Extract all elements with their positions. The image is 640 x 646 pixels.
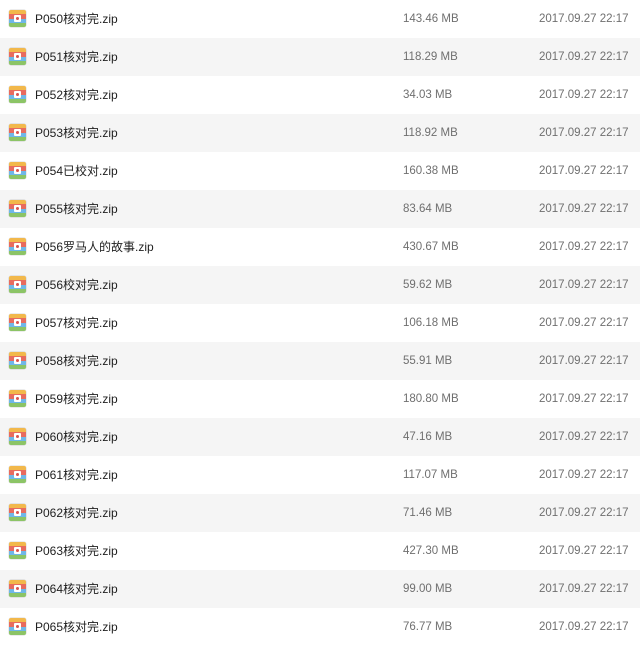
file-date-modified: 2017.09.27 22:17 [539,241,629,253]
zip-archive-icon [9,504,26,521]
file-date-modified: 2017.09.27 22:17 [539,545,629,557]
file-row[interactable]: P057核对完.zip 106.18 MB 2017.09.27 22:17 [0,304,640,342]
file-row[interactable]: P062核对完.zip 71.46 MB 2017.09.27 22:17 [0,494,640,532]
file-date-modified: 2017.09.27 22:17 [539,165,629,177]
file-name: P056罗马人的故事.zip [35,240,154,254]
file-size: 427.30 MB [403,545,459,557]
file-size: 83.64 MB [403,203,453,215]
file-date-modified: 2017.09.27 22:17 [539,317,629,329]
file-name: P050核对完.zip [35,12,118,26]
zip-archive-icon [9,580,26,597]
file-name: P055核对完.zip [35,202,118,216]
file-size: 55.91 MB [403,355,453,367]
zip-archive-icon [9,618,26,635]
file-size: 71.46 MB [403,507,453,519]
zip-archive-icon [9,466,26,483]
zip-archive-icon [9,276,26,293]
file-size: 99.00 MB [403,583,453,595]
file-name: P063核对完.zip [35,544,118,558]
file-size: 106.18 MB [403,317,459,329]
file-name: P062核对完.zip [35,506,118,520]
file-name: P053核对完.zip [35,126,118,140]
zip-archive-icon [9,10,26,27]
file-row[interactable]: P063核对完.zip 427.30 MB 2017.09.27 22:17 [0,532,640,570]
file-date-modified: 2017.09.27 22:17 [539,13,629,25]
file-row[interactable]: P061核对完.zip 117.07 MB 2017.09.27 22:17 [0,456,640,494]
file-name: P060核对完.zip [35,430,118,444]
zip-archive-icon [9,314,26,331]
file-row[interactable]: P054已校对.zip 160.38 MB 2017.09.27 22:17 [0,152,640,190]
file-row[interactable]: P051核对完.zip 118.29 MB 2017.09.27 22:17 [0,38,640,76]
file-row[interactable]: P059核对完.zip 180.80 MB 2017.09.27 22:17 [0,380,640,418]
file-row[interactable]: P052核对完.zip 34.03 MB 2017.09.27 22:17 [0,76,640,114]
zip-archive-icon [9,238,26,255]
file-row[interactable]: P058核对完.zip 55.91 MB 2017.09.27 22:17 [0,342,640,380]
file-size: 47.16 MB [403,431,453,443]
file-date-modified: 2017.09.27 22:17 [539,621,629,633]
file-date-modified: 2017.09.27 22:17 [539,583,629,595]
file-row[interactable]: P060核对完.zip 47.16 MB 2017.09.27 22:17 [0,418,640,456]
file-date-modified: 2017.09.27 22:17 [539,507,629,519]
zip-archive-icon [9,200,26,217]
file-name: P059核对完.zip [35,392,118,406]
file-date-modified: 2017.09.27 22:17 [539,355,629,367]
file-date-modified: 2017.09.27 22:17 [539,127,629,139]
file-size: 160.38 MB [403,165,459,177]
file-name: P064核对完.zip [35,582,118,596]
zip-archive-icon [9,124,26,141]
file-name: P056校对完.zip [35,278,118,292]
file-size: 117.07 MB [403,469,458,481]
file-date-modified: 2017.09.27 22:17 [539,431,629,443]
zip-archive-icon [9,86,26,103]
file-size: 143.46 MB [403,13,459,25]
zip-archive-icon [9,390,26,407]
file-date-modified: 2017.09.27 22:17 [539,393,629,405]
file-name: P057核对完.zip [35,316,118,330]
zip-archive-icon [9,162,26,179]
file-name: P051核对完.zip [35,50,118,64]
file-name: P061核对完.zip [35,468,118,482]
file-date-modified: 2017.09.27 22:17 [539,203,629,215]
file-date-modified: 2017.09.27 22:17 [539,51,629,63]
file-name: P058核对完.zip [35,354,118,368]
file-size: 118.29 MB [403,51,458,63]
file-size: 180.80 MB [403,393,459,405]
file-row[interactable]: P053核对完.zip 118.92 MB 2017.09.27 22:17 [0,114,640,152]
file-date-modified: 2017.09.27 22:17 [539,469,629,481]
file-size: 59.62 MB [403,279,453,291]
zip-archive-icon [9,542,26,559]
file-name: P065核对完.zip [35,620,118,634]
zip-archive-icon [9,48,26,65]
file-row[interactable]: P055核对完.zip 83.64 MB 2017.09.27 22:17 [0,190,640,228]
file-name: P052核对完.zip [35,88,118,102]
file-row[interactable]: P065核对完.zip 76.77 MB 2017.09.27 22:17 [0,608,640,646]
zip-archive-icon [9,352,26,369]
file-name: P054已校对.zip [35,164,118,178]
file-size: 34.03 MB [403,89,453,101]
file-size: 430.67 MB [403,241,459,253]
file-date-modified: 2017.09.27 22:17 [539,279,629,291]
file-row[interactable]: P056罗马人的故事.zip 430.67 MB 2017.09.27 22:1… [0,228,640,266]
file-row[interactable]: P050核对完.zip 143.46 MB 2017.09.27 22:17 [0,0,640,38]
file-date-modified: 2017.09.27 22:17 [539,89,629,101]
file-row[interactable]: P056校对完.zip 59.62 MB 2017.09.27 22:17 [0,266,640,304]
file-size: 118.92 MB [403,127,458,139]
zip-archive-icon [9,428,26,445]
file-list: P050核对完.zip 143.46 MB 2017.09.27 22:17 P… [0,0,640,646]
file-size: 76.77 MB [403,621,453,633]
file-row[interactable]: P064核对完.zip 99.00 MB 2017.09.27 22:17 [0,570,640,608]
